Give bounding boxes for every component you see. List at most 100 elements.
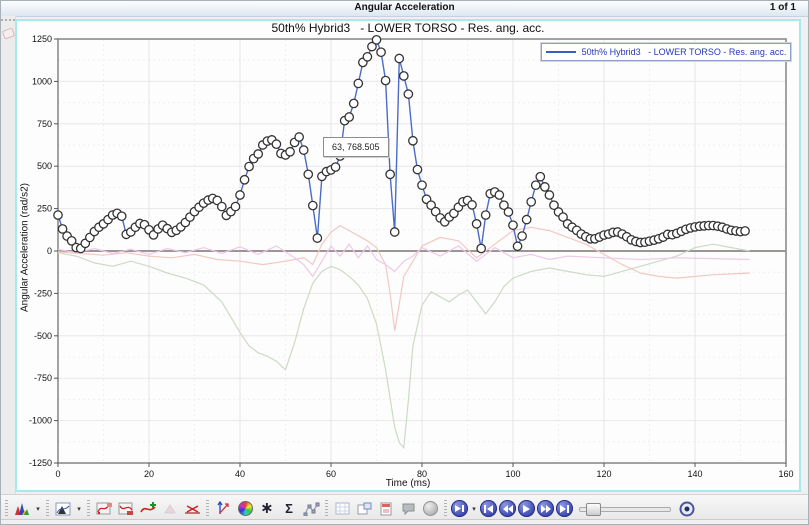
- toolbar: ▾ ▾: [1, 494, 808, 522]
- data-point-marker[interactable]: [472, 220, 480, 228]
- speech-bubble-icon: [401, 502, 416, 515]
- toolbar-grip[interactable]: [5, 500, 8, 518]
- data-point-marker[interactable]: [386, 170, 394, 178]
- sphere-icon: [423, 501, 438, 516]
- data-point-marker[interactable]: [477, 244, 485, 252]
- y-tick-label: 1250: [32, 34, 52, 44]
- data-point-marker[interactable]: [331, 163, 339, 171]
- data-point-marker[interactable]: [513, 242, 521, 250]
- toolbar-grip[interactable]: [206, 500, 209, 518]
- toolbar-grip[interactable]: [46, 500, 49, 518]
- dock-tool-icon[interactable]: [1, 27, 14, 39]
- data-point-marker[interactable]: [482, 211, 490, 219]
- data-point-marker[interactable]: [741, 227, 749, 235]
- playback-dropdown-caret[interactable]: ▾: [470, 505, 478, 513]
- play-button[interactable]: [518, 500, 535, 517]
- frame-slider[interactable]: [579, 501, 671, 517]
- data-point-marker[interactable]: [300, 146, 308, 154]
- data-point-marker[interactable]: [345, 113, 353, 121]
- play-icon: [523, 505, 531, 513]
- data-point-marker[interactable]: [409, 137, 417, 145]
- data-point-marker[interactable]: [54, 211, 62, 219]
- cross-plot-button[interactable]: [301, 499, 321, 519]
- curve-add-button[interactable]: [138, 499, 158, 519]
- curve-edit-icon: [96, 501, 113, 516]
- legend-box[interactable]: 50th% Hybrid3 - LOWER TORSO - Res. ang. …: [541, 43, 791, 61]
- slider-thumb[interactable]: [586, 503, 601, 516]
- data-point-marker[interactable]: [272, 140, 280, 148]
- data-point-marker[interactable]: [286, 148, 294, 156]
- data-point-marker[interactable]: [400, 72, 408, 80]
- page-layout-button[interactable]: [354, 499, 374, 519]
- data-point-marker[interactable]: [218, 202, 226, 210]
- color-palette-button[interactable]: [235, 499, 255, 519]
- data-point-marker[interactable]: [245, 162, 253, 170]
- legend-line-sample: [546, 51, 576, 53]
- data-point-marker[interactable]: [372, 36, 380, 44]
- data-point-marker[interactable]: [236, 191, 244, 199]
- data-point-marker[interactable]: [254, 150, 262, 158]
- delete-curve-icon: [184, 503, 201, 515]
- data-point-marker[interactable]: [509, 221, 517, 229]
- toolbar-grip[interactable]: [325, 500, 328, 518]
- data-point-marker[interactable]: [381, 76, 389, 84]
- go-first-button[interactable]: [480, 500, 497, 517]
- data-point-marker[interactable]: [313, 234, 321, 242]
- data-point-marker[interactable]: [418, 181, 426, 189]
- record-button[interactable]: [677, 499, 697, 519]
- sum-statistics-button[interactable]: Σ: [279, 499, 299, 519]
- data-point-marker[interactable]: [395, 54, 403, 62]
- rewind-button[interactable]: [499, 500, 516, 517]
- data-point-marker[interactable]: [354, 79, 362, 87]
- data-point-marker[interactable]: [309, 201, 317, 209]
- playback-options-button[interactable]: [451, 500, 468, 517]
- legend-label: 50th% Hybrid3 - LOWER TORSO - Res. ang. …: [582, 47, 787, 57]
- data-point-marker[interactable]: [541, 183, 549, 191]
- curve-edit-button[interactable]: [94, 499, 114, 519]
- grid-layout-button[interactable]: [332, 499, 352, 519]
- data-point-marker[interactable]: [495, 191, 503, 199]
- color-wheel-icon: [238, 501, 253, 516]
- marker-style-button[interactable]: ∗: [257, 499, 277, 519]
- go-last-button[interactable]: [556, 500, 573, 517]
- data-point-marker[interactable]: [391, 228, 399, 236]
- histogram-dropdown-caret[interactable]: ▾: [34, 505, 42, 513]
- data-point-marker[interactable]: [240, 176, 248, 184]
- report-notes-button[interactable]: [376, 499, 396, 519]
- data-point-marker[interactable]: [413, 165, 421, 173]
- app-window: Angular Acceleration 1 of 1 50th% Hybrid…: [0, 0, 809, 525]
- fast-forward-button[interactable]: [537, 500, 554, 517]
- fast-forward-icon: [541, 505, 551, 513]
- data-point-marker[interactable]: [518, 232, 526, 240]
- curve-dropdown-caret[interactable]: ▾: [75, 505, 83, 513]
- sigma-icon: Σ: [285, 502, 293, 515]
- data-point-marker[interactable]: [118, 212, 126, 220]
- curve-modify-button[interactable]: [116, 499, 136, 519]
- curve-delete-button[interactable]: [182, 499, 202, 519]
- data-point-marker[interactable]: [522, 215, 530, 223]
- grid-icon: [335, 502, 350, 515]
- toolbar-grip[interactable]: [444, 500, 447, 518]
- render-sphere-button[interactable]: [420, 499, 440, 519]
- y-tick-label: 500: [37, 161, 52, 171]
- annotation-bubble-button[interactable]: [398, 499, 418, 519]
- toolbar-grip[interactable]: [87, 500, 90, 518]
- axis-scale-button[interactable]: [213, 499, 233, 519]
- plot-curve-button[interactable]: [53, 499, 73, 519]
- data-point-marker[interactable]: [468, 201, 476, 209]
- data-point-marker[interactable]: [545, 191, 553, 199]
- data-point-marker[interactable]: [377, 48, 385, 56]
- data-point-marker[interactable]: [304, 170, 312, 178]
- data-point-marker[interactable]: [532, 181, 540, 189]
- data-point-marker[interactable]: [295, 133, 303, 141]
- data-point-marker[interactable]: [231, 202, 239, 210]
- plot-histogram-button[interactable]: [12, 499, 32, 519]
- data-point-marker[interactable]: [404, 90, 412, 98]
- data-point-marker[interactable]: [536, 173, 544, 181]
- data-point-marker[interactable]: [363, 53, 371, 61]
- dock-grip-handle[interactable]: [1, 16, 15, 21]
- data-point-marker[interactable]: [504, 208, 512, 216]
- curve-hide-button[interactable]: [160, 499, 180, 519]
- data-point-marker[interactable]: [527, 198, 535, 206]
- data-point-marker[interactable]: [350, 99, 358, 107]
